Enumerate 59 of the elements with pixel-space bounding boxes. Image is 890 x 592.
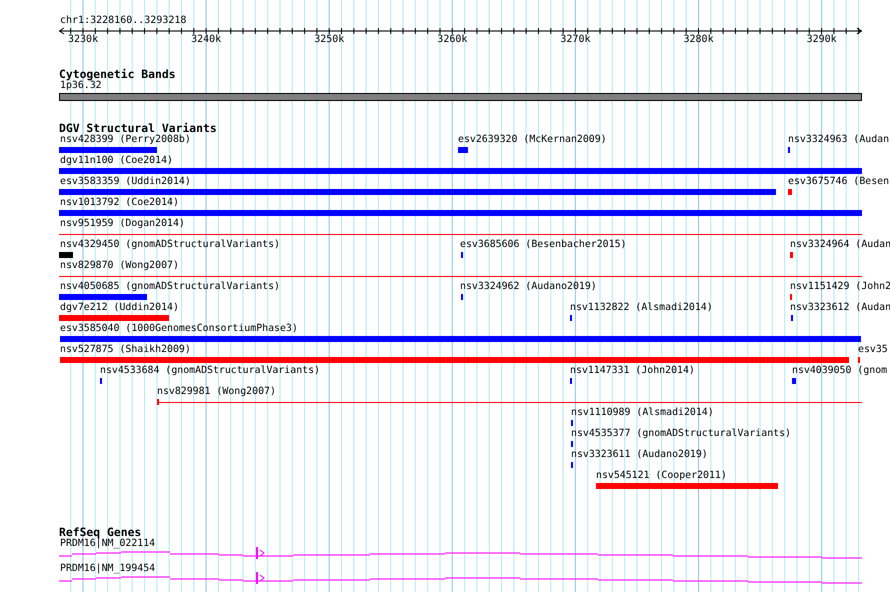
feature-label: esv3675746 (Besen <box>788 176 890 188</box>
variant-bar[interactable] <box>59 315 169 321</box>
tick-label: 3230k <box>68 34 98 46</box>
feature-label: esv3585040 (1000GenomesConsortiumPhase3) <box>60 323 298 335</box>
feature-label: esv3583359 (Uddin2014) <box>60 176 191 188</box>
location-label: chr1:3228160..3293218 <box>60 15 186 27</box>
variant-bar[interactable] <box>788 189 792 195</box>
feature-label: dgv11n100 (Coe2014) <box>60 155 173 167</box>
variant-bar[interactable] <box>790 252 793 258</box>
feature-label: nsv1147331 (John2014) <box>570 365 695 377</box>
feature-label: nsv3324963 (Audan <box>788 134 890 146</box>
feature-label: nsv1151429 (John2 <box>790 281 890 293</box>
feature-label: nsv4533684 (gnomADStructuralVariants) <box>100 365 320 377</box>
gene-model[interactable] <box>58 547 862 559</box>
variant-bar[interactable] <box>59 168 862 174</box>
tick-label: 3270k <box>560 34 590 46</box>
variant-bar[interactable] <box>792 378 796 384</box>
gene-label: PRDM16|NM_022114 <box>60 538 156 550</box>
feature-label: nsv829981 (Wong2007) <box>157 386 276 398</box>
feature-label: esv3685606 (Besenbacher2015) <box>460 239 626 251</box>
feature-label: esv2639320 (McKernan2009) <box>458 134 607 146</box>
variant-bar[interactable] <box>59 294 147 300</box>
feature-label: nsv4329450 (gnomADStructuralVariants) <box>60 239 280 251</box>
feature-label: nsv4535377 (gnomADStructuralVariants) <box>571 428 791 440</box>
gene-model[interactable] <box>58 572 862 584</box>
feature-label: esv35 <box>858 344 888 356</box>
feature-label: dgv7e212 (Uddin2014) <box>60 302 179 314</box>
tick-label: 3290k <box>806 34 837 46</box>
feature-label: nsv4039050 (gnom <box>792 365 888 377</box>
feature-label: nsv1110989 (Alsmadi2014) <box>571 407 714 419</box>
tick-label: 3280k <box>684 34 714 46</box>
feature-label: nsv1132822 (Alsmadi2014) <box>570 302 713 314</box>
feature-label: nsv951959 (Dogan2014) <box>60 218 185 230</box>
variant-bar[interactable] <box>59 189 776 195</box>
feature-label: nsv829870 (Wong2007) <box>60 260 179 272</box>
variant-bar[interactable] <box>59 147 157 153</box>
feature-label: nsv3323612 (Audan <box>790 302 890 314</box>
variant-bar[interactable] <box>596 483 778 489</box>
feature-label: nsv4050685 (gnomADStructuralVariants) <box>60 281 280 293</box>
track-title: RefSeq Genes <box>59 526 142 539</box>
tick-label: 3250k <box>314 34 344 46</box>
variant-bar[interactable] <box>59 252 73 258</box>
tick-label: 3260k <box>437 34 468 46</box>
variant-bar[interactable] <box>59 210 862 216</box>
feature-label: nsv545121 (Cooper2011) <box>596 470 727 482</box>
gene-label: PRDM16|NM_199454 <box>60 563 156 575</box>
variant-bar[interactable] <box>60 336 861 342</box>
feature-label: nsv3324964 (Audan <box>790 239 890 251</box>
track-title: DGV Structural Variants <box>59 122 217 135</box>
band-label: 1p36.32 <box>60 80 102 92</box>
feature-label: nsv3324962 (Audano2019) <box>460 281 597 293</box>
feature-label: nsv3323611 (Audano2019) <box>571 449 708 461</box>
variant-bar[interactable] <box>60 357 849 363</box>
track-title: Cytogenetic Bands <box>59 68 176 81</box>
feature-label: nsv527875 (Shaikh2009) <box>60 344 191 356</box>
variant-bar[interactable] <box>458 147 468 153</box>
tick-label: 3240k <box>191 34 222 46</box>
feature-label: nsv428399 (Perry2008b) <box>60 134 191 146</box>
feature-label: nsv1013792 (Coe2014) <box>60 197 179 209</box>
